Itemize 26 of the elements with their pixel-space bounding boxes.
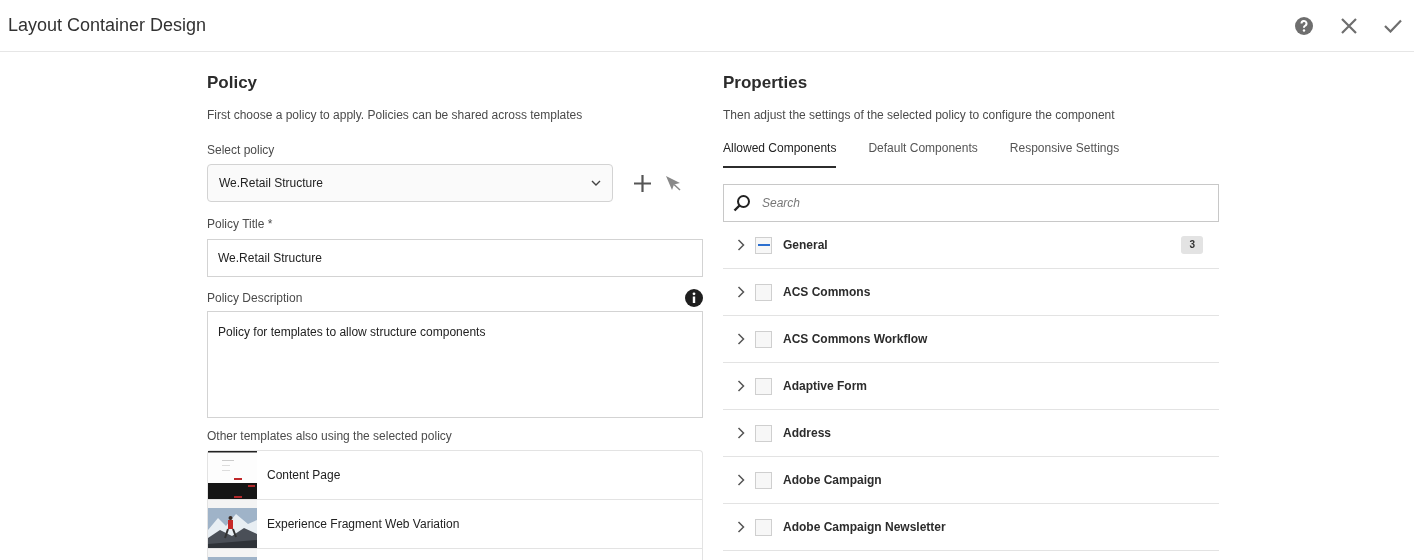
component-group-name: ACS Commons [783,284,872,301]
tab[interactable]: Default Components [868,139,978,168]
field-label: Select policy [207,142,276,159]
tab[interactable]: Responsive Settings [1009,139,1120,168]
policy-title-field[interactable]: We.Retail Structure [207,239,703,277]
field-label: Policy Description [207,290,303,307]
policy-select[interactable]: We.Retail Structure [207,164,613,202]
component-group-name: General [783,237,829,254]
component-group-name: ACS Commons Workflow [783,331,929,348]
component-group-name: Adaptive Form [783,378,868,395]
search-field[interactable]: Search [723,184,1219,222]
window-title: Layout Container Design [8,14,207,37]
component-group-name: Adobe Campaign [783,472,883,489]
template-name: Experience Fragment Web Variation [267,516,460,533]
tab[interactable]: Allowed Components [723,139,837,168]
component-group-name: Adobe Campaign Newsletter [783,519,947,536]
section-description: First choose a policy to apply. Policies can be shared across templates [207,107,584,124]
field-label: Other templates also using the selected policy [207,428,453,445]
section-heading: Policy [207,72,259,94]
section-heading: Properties [723,72,809,94]
policy-description-field[interactable]: Policy for templates to allow structure components [207,311,703,418]
section-description: Then adjust the settings of the selected policy to configure the component [723,107,1116,124]
template-name: Content Page [267,467,341,484]
count-badge: 3 [1181,236,1203,254]
component-group-name: Address [783,425,833,442]
field-label: Policy Title * [207,216,274,233]
